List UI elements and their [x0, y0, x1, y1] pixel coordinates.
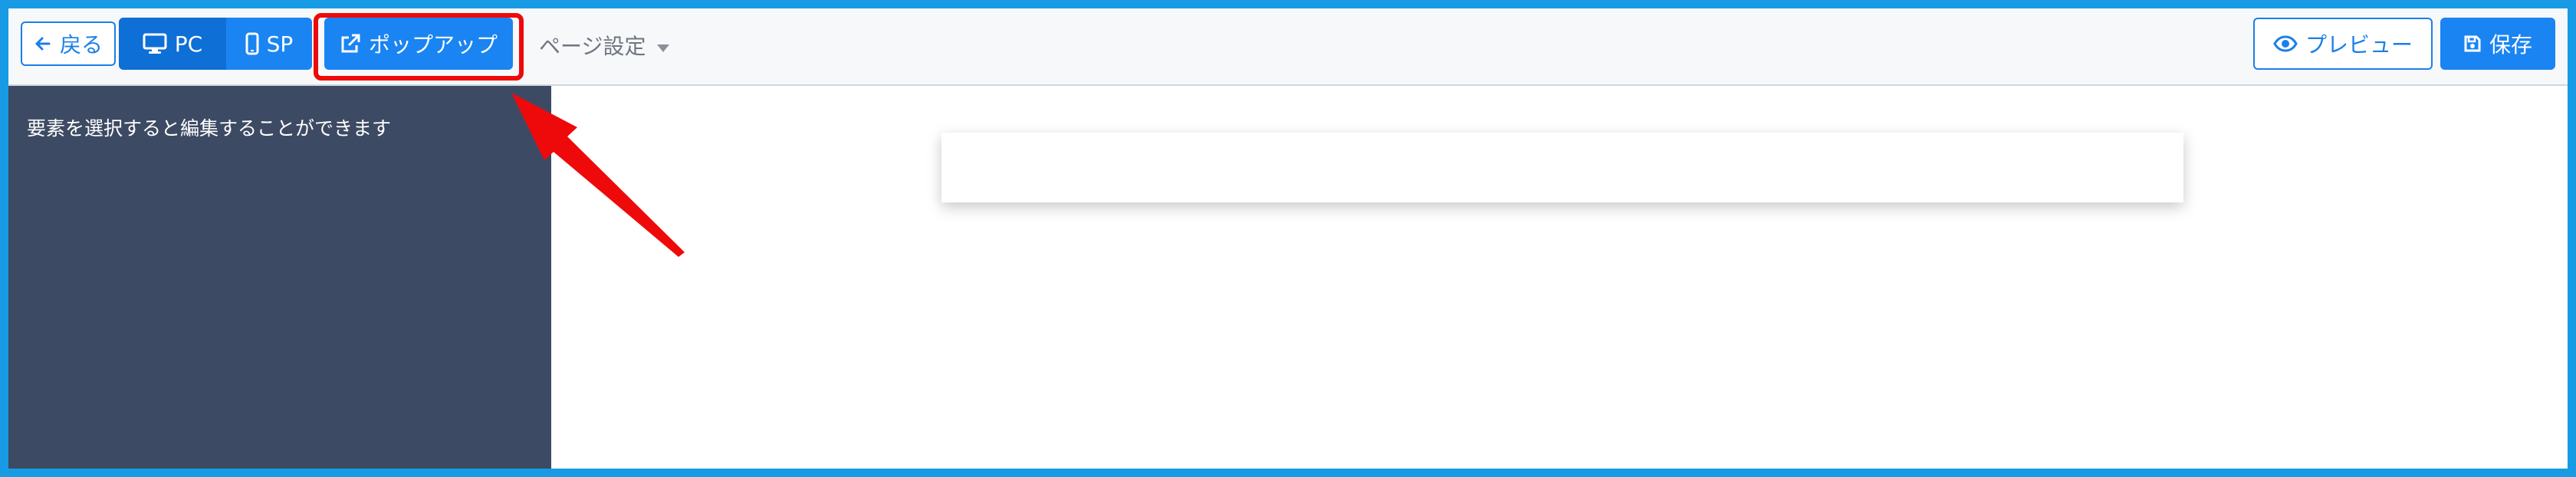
save-button[interactable]: 保存: [2440, 18, 2555, 70]
sp-view-button[interactable]: SP: [226, 18, 312, 70]
sidebar-panel: 要素を選択すると編集することができます: [8, 86, 551, 469]
eye-icon: [2273, 35, 2298, 52]
pc-label: PC: [174, 31, 203, 57]
page-settings-dropdown[interactable]: ページ設定: [539, 25, 670, 65]
page-canvas-block[interactable]: [941, 133, 2183, 202]
pc-view-button[interactable]: PC: [119, 18, 226, 70]
preview-label: プレビュー: [2305, 32, 2413, 58]
arrow-left-icon: [34, 35, 52, 53]
back-label: 戻る: [59, 32, 103, 58]
sidebar-hint-text: 要素を選択すると編集することができます: [27, 117, 392, 140]
desktop-icon: [143, 33, 167, 54]
save-label: 保存: [2489, 32, 2532, 58]
caret-down-icon: [656, 33, 670, 58]
sp-label: SP: [266, 31, 294, 57]
preview-button[interactable]: プレビュー: [2253, 18, 2433, 70]
mobile-icon: [245, 32, 259, 55]
save-icon: [2463, 35, 2482, 53]
screenshot-frame: 戻る PC SP ポップアップ ページ設定 プレビュー 保存 要素を選択すると編…: [0, 0, 2576, 477]
popup-highlight-box: [314, 13, 524, 81]
back-button[interactable]: 戻る: [21, 21, 116, 66]
page-settings-label: ページ設定: [539, 34, 646, 59]
